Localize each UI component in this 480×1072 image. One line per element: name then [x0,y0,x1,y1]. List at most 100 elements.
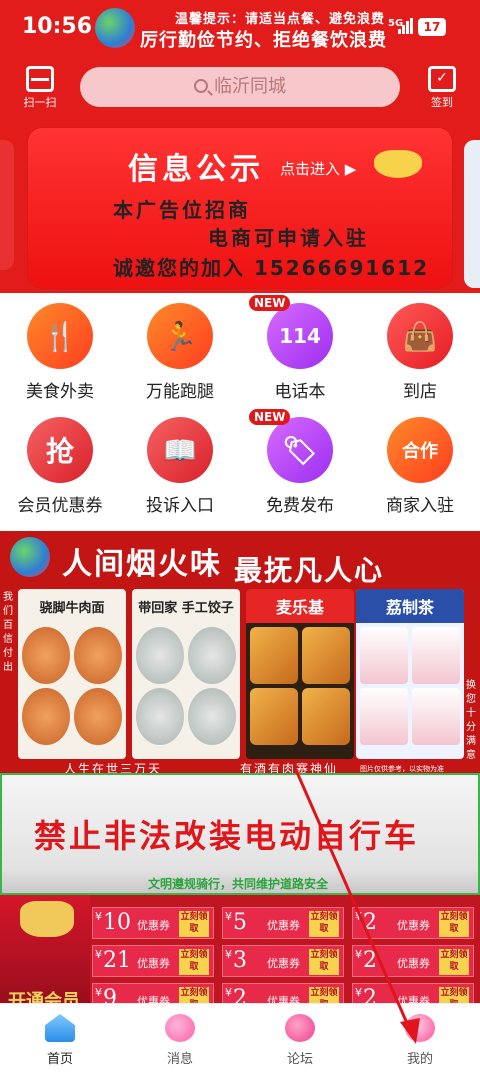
warning-banner[interactable]: 禁止非法改装电动自行车 文明遵规骑行，共同维护道路安全 [0,773,480,895]
coupon-get-button[interactable]: 立刻领取 [179,911,209,937]
network-type: 5G [388,18,404,29]
coupon-card[interactable]: ¥21 优惠券 立刻领取 [92,945,214,977]
nav-profile[interactable]: 我的 [360,1014,480,1067]
coupon-card[interactable]: ¥10 优惠券 立刻领取 [92,907,214,939]
grid-label: 万能跑腿 [146,382,214,402]
shop-name: 带回家 手工饺子 [138,600,234,616]
grid-pager [222,523,262,538]
coupon-amount: 2 [363,986,377,1003]
banner-line-1: 本广告位招商 [113,198,251,222]
message-icon [165,1014,195,1042]
coupon-card[interactable]: ¥2优惠券立刻领取 [222,983,344,1003]
grid-item-publish[interactable]: NEW 🏷 免费发布 [240,409,360,527]
banner-click-hint[interactable]: 点击进入 ▶ [280,158,356,179]
shop-card[interactable]: 麦乐基 [246,589,354,759]
coupon-amount: 2 [363,948,377,973]
phone-114-icon: NEW 114 [249,295,333,369]
nav-messages[interactable]: 消息 [120,1014,240,1067]
shop-card[interactable]: 带回家 手工饺子 [132,589,240,759]
coupon-card[interactable]: ¥5 优惠券 立刻领取 [222,907,344,939]
coupon-get-button[interactable]: 立刻领取 [439,987,469,1003]
profile-icon [405,1014,435,1042]
coupon-get-button[interactable]: 立刻领取 [179,987,209,1003]
shop-name: 骁脚牛肉面 [39,600,105,616]
signin-label: 签到 [431,96,453,109]
banner-title: 信息公示 [128,152,264,187]
info-banner[interactable]: 信息公示 点击进入 ▶ 本广告位招商 电商可申请入驻 诚邀您的加入 152666… [28,128,452,288]
coupon-get-button[interactable]: 立刻领取 [309,987,339,1003]
poster-title-b: 最抚凡人心 [234,554,385,587]
coupon-type: 优惠券 [267,995,300,1003]
yen-symbol: ¥ [95,986,102,999]
coupon-card[interactable]: ¥2优惠券立刻领取 [352,907,474,939]
shop-card[interactable]: 荔制茶 [356,589,464,759]
coupon-amount: 3 [233,948,247,973]
coupon-type: 优惠券 [397,995,430,1003]
food-poster[interactable]: 人间烟火味 最抚凡人心 我们百信付出 换您十分满意 骁脚牛肉面 带回家 手工饺子… [0,531,480,773]
new-badge: NEW [249,409,291,425]
grid-label: 电话本 [274,382,326,402]
coupon-get-button[interactable]: 立刻领取 [179,949,209,975]
nav-profile-label: 我的 [406,1052,433,1067]
coupon-type: 优惠券 [397,957,430,970]
grid-item-phonebook[interactable]: NEW 114 电话本 [240,295,360,413]
book-icon: 📖 [147,417,213,483]
yen-symbol: ¥ [225,986,232,999]
shop-card[interactable]: 骁脚牛肉面 [18,589,126,759]
nav-forum[interactable]: 论坛 [240,1014,360,1067]
banner-next-peek[interactable] [464,140,480,288]
signin-button[interactable]: ✓ 签到 [422,66,462,110]
runner-icon: 🏃 [147,303,213,369]
status-bar: 10:56 温馨提示：请适当点餐、避免浪费 厉行勤俭节约、拒绝餐饮浪费 5G 1… [0,0,480,56]
status-time: 10:56 [22,14,93,39]
warning-sub: 文明遵规骑行，共同维护道路安全 [148,877,329,891]
scan-button[interactable]: 扫一扫 [20,66,60,110]
coupon-amount: 9 [103,986,117,1003]
coupon-card[interactable]: ¥2优惠券立刻领取 [352,945,474,977]
poster-title-a: 人间烟火味 [62,547,222,582]
feature-grid: 🍴 美食外卖 🏃 万能跑腿 NEW 114 电话本 👜 到店 抢 会员优惠券 📖… [0,293,480,538]
banner-click-text: 点击进入 [280,160,341,178]
coupon-card[interactable]: ¥3 优惠券 立刻领取 [222,945,344,977]
poster-caption-left: 人生在世三万天 [64,762,163,773]
fork-knife-icon: 🍴 [27,303,93,369]
coupon-get-button[interactable]: 立刻领取 [309,949,339,975]
coupon-amount: 2 [363,910,377,935]
top-bar: 扫一扫 临沂同城 ✓ 签到 [0,56,480,116]
city-logo-icon [10,537,50,577]
shop-name: 荔制茶 [356,589,464,623]
banner-pager [216,276,296,282]
nav-forum-label: 论坛 [286,1052,313,1067]
gold-ingot-icon [374,150,422,178]
coupon-get-button[interactable]: 立刻领取 [439,949,469,975]
grid-item-coupon[interactable]: 抢 会员优惠券 [0,417,120,527]
search-input[interactable]: 临沂同城 [80,67,400,107]
shop-name: 麦乐基 [246,589,354,623]
coupon-type: 优惠券 [267,957,300,970]
banner-line-2: 电商可申请入驻 [208,226,369,250]
coupon-card[interactable]: ¥9 优惠券 立刻领取 [92,983,214,1003]
coupon-card[interactable]: ¥2优惠券立刻领取 [352,983,474,1003]
header-region: 10:56 温馨提示：请适当点餐、避免浪费 厉行勤俭节约、拒绝餐饮浪费 5G 1… [0,0,480,293]
grid-label: 商家入驻 [386,496,454,516]
yen-symbol: ¥ [95,910,102,923]
yen-symbol: ¥ [225,948,232,961]
coupon-amount: 10 [103,910,131,935]
grid-item-complaint[interactable]: 📖 投诉入口 [120,417,240,527]
coupon-get-button[interactable]: 立刻领取 [439,911,469,937]
banner-prev-peek[interactable] [0,140,14,270]
vip-label: 开通会员 [8,991,80,1003]
grid-item-merchant-join[interactable]: 合作 商家入驻 [360,417,480,527]
coupon-type: 优惠券 [137,919,170,932]
grid-item-store[interactable]: 👜 到店 [360,303,480,413]
handshake-icon: 合作 [387,417,453,483]
poster-note: 图片仅供参考，以实物为准 [360,765,444,773]
coupon-get-button[interactable]: 立刻领取 [309,911,339,937]
tag-icon: NEW 🏷 [249,409,333,483]
shopping-bag-icon: 👜 [387,303,453,369]
coupon-banner[interactable]: 开通会员 ¥10 优惠券 立刻领取 ¥5 优惠券 立刻领取 ¥2 优惠券 立刻领取 ¥21 优惠券立… [0,895,480,1003]
nav-home[interactable]: 首页 [0,1014,120,1067]
grid-item-food-delivery[interactable]: 🍴 美食外卖 [0,303,120,413]
grid-item-errand[interactable]: 🏃 万能跑腿 [120,303,240,413]
coupon-type: 优惠券 [267,919,300,932]
